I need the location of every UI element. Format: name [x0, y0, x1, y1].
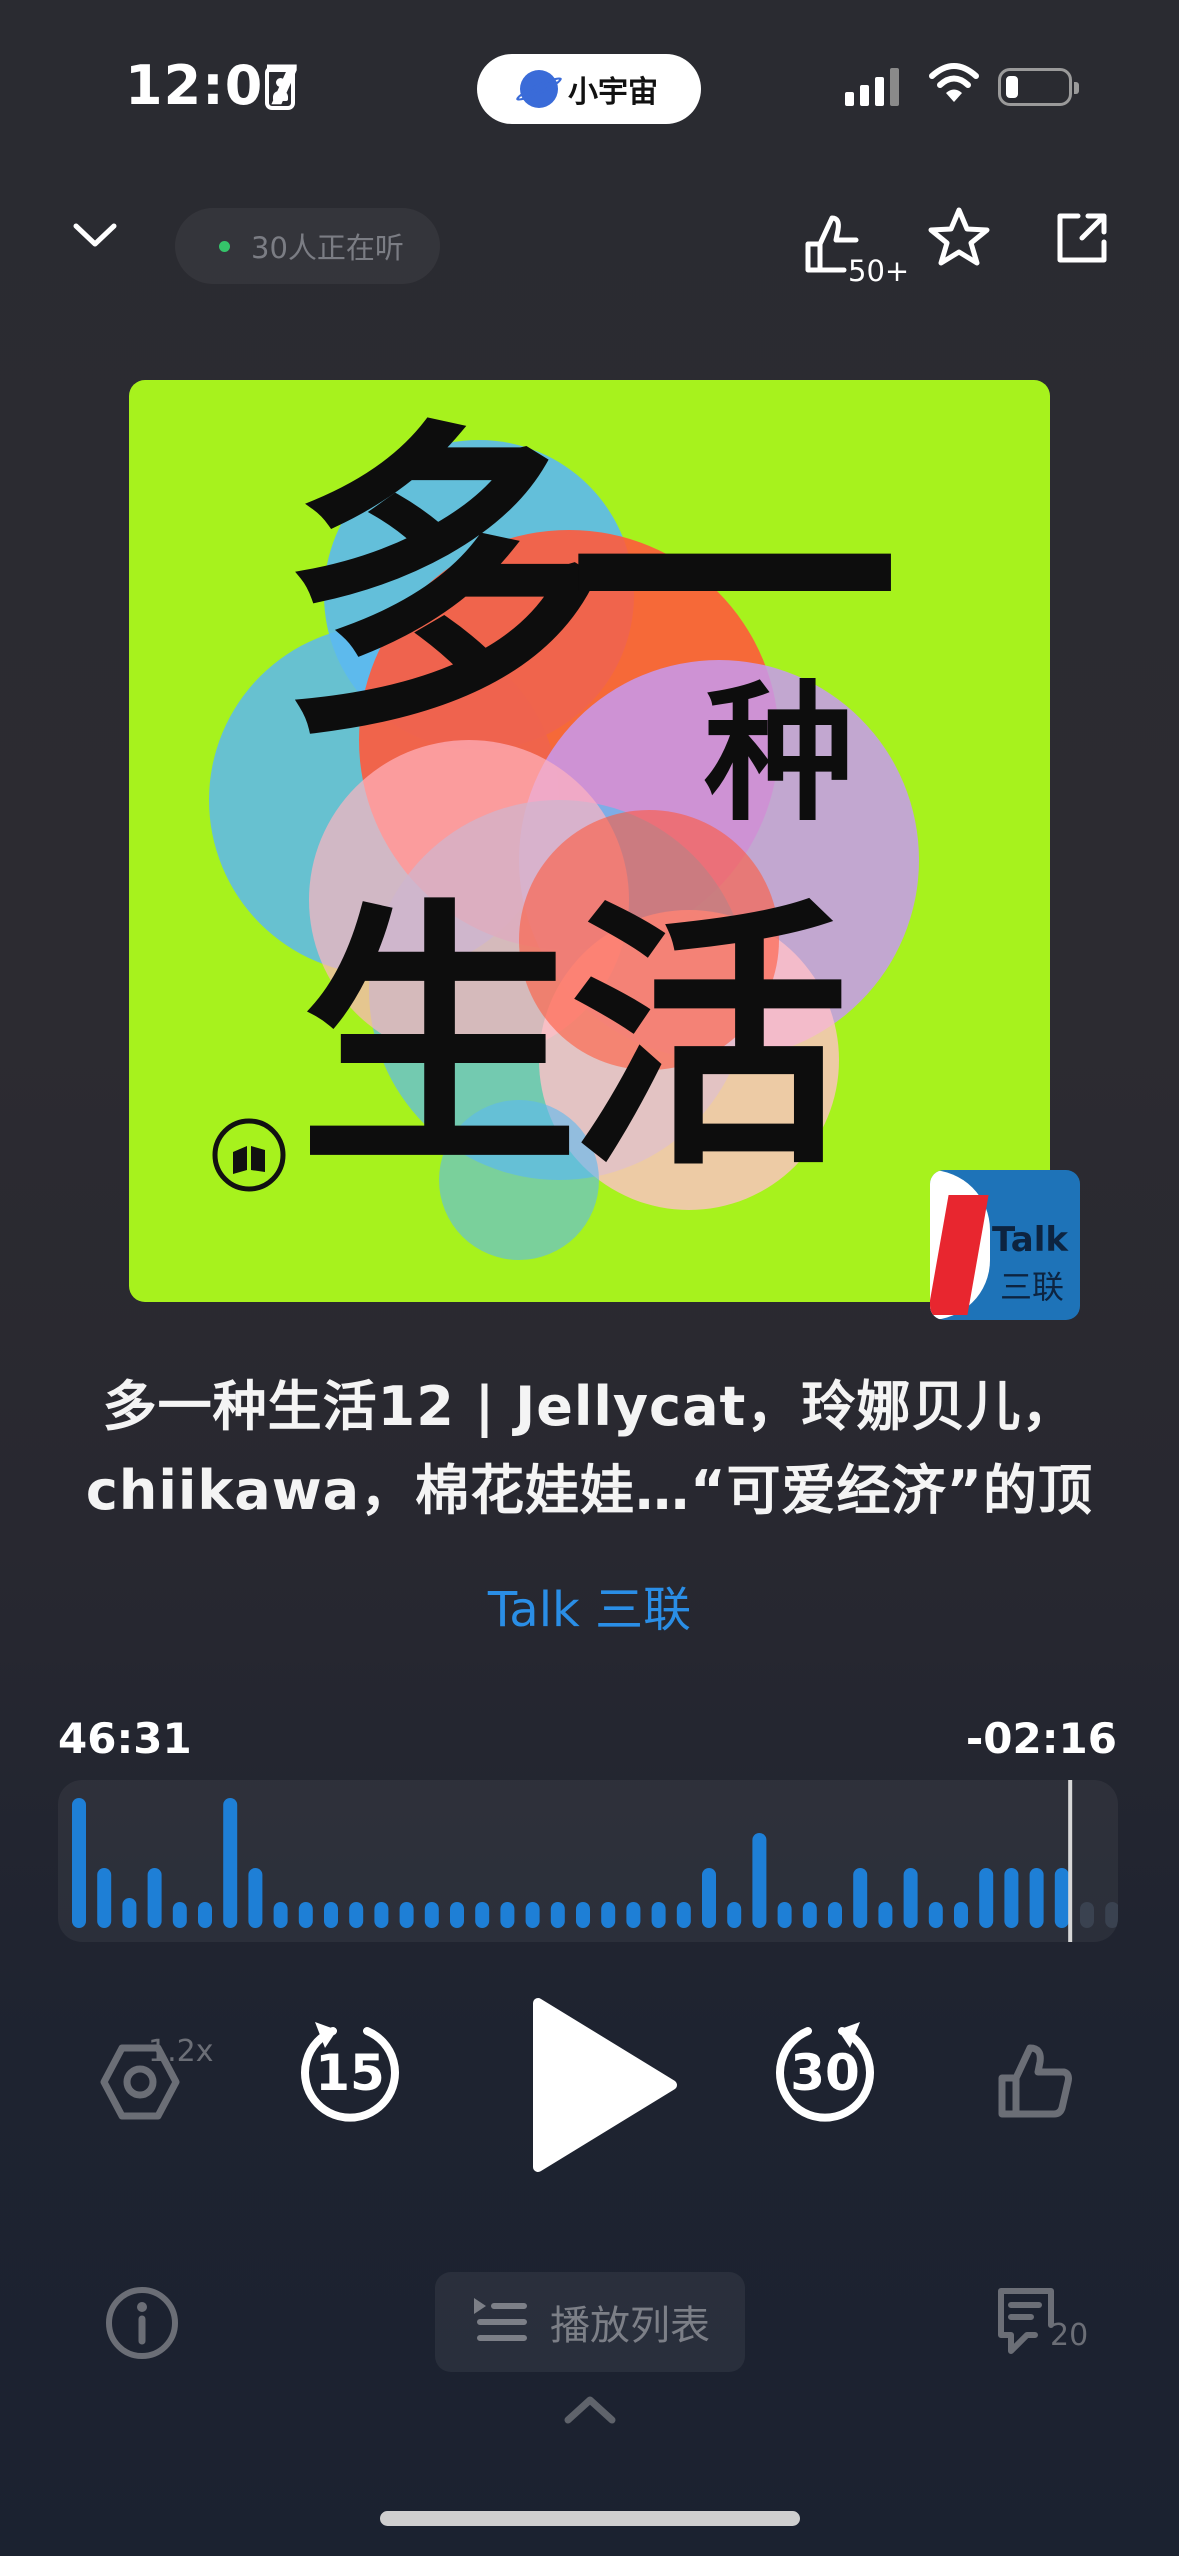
- comment-count: 20: [1050, 2318, 1089, 2353]
- waveform-bar: [853, 1868, 868, 1928]
- speed-label: 1.2x: [148, 2034, 214, 2069]
- like-icon[interactable]: [992, 2040, 1076, 2124]
- waveform-bar: [878, 1902, 893, 1928]
- waveform-bar: [828, 1902, 842, 1928]
- waveform-bar: [298, 1902, 313, 1928]
- waveform-bar: [374, 1902, 389, 1928]
- playlist-label: 播放列表: [550, 2303, 710, 2349]
- podcast-author-link[interactable]: Talk 三联: [0, 1570, 1179, 1640]
- listeners-badge: 30人正在听: [175, 208, 440, 284]
- share-icon[interactable]: [1052, 208, 1112, 268]
- home-indicator[interactable]: [380, 2511, 800, 2526]
- waveform-bar: [903, 1868, 918, 1928]
- play-icon[interactable]: [530, 1995, 680, 2175]
- waveform-bar: [802, 1902, 817, 1928]
- waveform-bar: [525, 1902, 540, 1928]
- talk-sanlian-badge: Talk 三联: [930, 1170, 1080, 1320]
- waveform-bar: [349, 1902, 364, 1928]
- waveform-bar: [979, 1868, 994, 1928]
- waveform-bar: [324, 1902, 338, 1928]
- chevron-up-icon[interactable]: [562, 2392, 618, 2426]
- badge-cn-text: 三联: [1000, 1268, 1065, 1306]
- waveform-bar: [500, 1902, 515, 1928]
- wifi-icon: [929, 63, 979, 102]
- playhead[interactable]: [1068, 1780, 1073, 1942]
- waveform-bar: [1105, 1902, 1118, 1928]
- waveform-bar: [248, 1868, 263, 1928]
- waveform-bar: [198, 1902, 212, 1928]
- cover-title-3: 生活: [299, 875, 849, 1204]
- forward-seconds: 30: [790, 2044, 860, 2102]
- listeners-text: 30人正在听: [251, 231, 404, 265]
- waveform-bar: [424, 1902, 439, 1928]
- remaining-time: -02:16: [965, 1714, 1117, 1763]
- waveform-bar: [651, 1902, 666, 1928]
- waveform-bar: [954, 1902, 968, 1928]
- waveform-bar: [273, 1902, 288, 1928]
- waveform-bar: [172, 1902, 187, 1928]
- waveform-bar: [550, 1902, 565, 1928]
- battery-icon: [998, 68, 1079, 106]
- waveform-bar: [702, 1868, 716, 1928]
- episode-title-line1: 多一种生活12 | Jellycat，玲娜贝儿，: [102, 1375, 1077, 1438]
- info-icon[interactable]: [104, 2285, 180, 2361]
- waveform-bar: [97, 1868, 112, 1928]
- waveform-bar: [1080, 1902, 1094, 1928]
- waveform-bar: [928, 1902, 943, 1928]
- waveform-bar: [601, 1902, 616, 1928]
- waveform-bar: [1004, 1868, 1019, 1928]
- waveform-bar: [626, 1902, 641, 1928]
- waveform-bar: [777, 1902, 792, 1928]
- playlist-icon: [474, 2298, 527, 2341]
- waveform-bar: [727, 1902, 742, 1928]
- waveform-bar: [147, 1868, 162, 1928]
- waveform-bar: [475, 1902, 490, 1928]
- podcast-cover[interactable]: 多一 种 生活: [129, 380, 1050, 1302]
- app-pill-label: 小宇宙: [568, 75, 658, 110]
- upvote-count: 50+: [848, 254, 910, 288]
- live-dot: [219, 241, 230, 252]
- portrait-badge-icon: [265, 66, 295, 110]
- waveform-bar: [752, 1833, 767, 1928]
- waveform-bar: [676, 1902, 691, 1928]
- app-pill[interactable]: 小宇宙: [477, 54, 701, 124]
- playlist-button[interactable]: 播放列表: [435, 2272, 745, 2372]
- signal-icon: [845, 66, 899, 106]
- waveform-bar: [576, 1902, 590, 1928]
- star-icon[interactable]: [925, 205, 993, 271]
- waveform-bar: [1054, 1868, 1069, 1928]
- waveform-bars: [72, 1780, 1118, 1942]
- waveform-bar: [1029, 1868, 1044, 1928]
- waveform-scrubber[interactable]: [58, 1780, 1118, 1942]
- rewind-button[interactable]: 15: [295, 2018, 405, 2128]
- planet-icon: [520, 70, 558, 108]
- badge-talk-text: Talk: [992, 1220, 1069, 1260]
- rewind-seconds: 15: [315, 2044, 385, 2102]
- waveform-bar: [399, 1902, 414, 1928]
- chevron-down-icon[interactable]: [70, 220, 120, 250]
- episode-title-line2: chiikawa，棉花娃娃…“可爱经济”的顶: [85, 1459, 1094, 1522]
- cover-title-2: 种: [704, 668, 855, 842]
- waveform-bar: [450, 1902, 464, 1928]
- elapsed-time: 46:31: [58, 1714, 192, 1763]
- waveform-bar: [72, 1798, 86, 1928]
- waveform-bar: [223, 1798, 238, 1928]
- comment-icon[interactable]: [995, 2285, 1057, 2361]
- forward-button[interactable]: 30: [770, 2018, 880, 2128]
- waveform-bar: [122, 1898, 137, 1928]
